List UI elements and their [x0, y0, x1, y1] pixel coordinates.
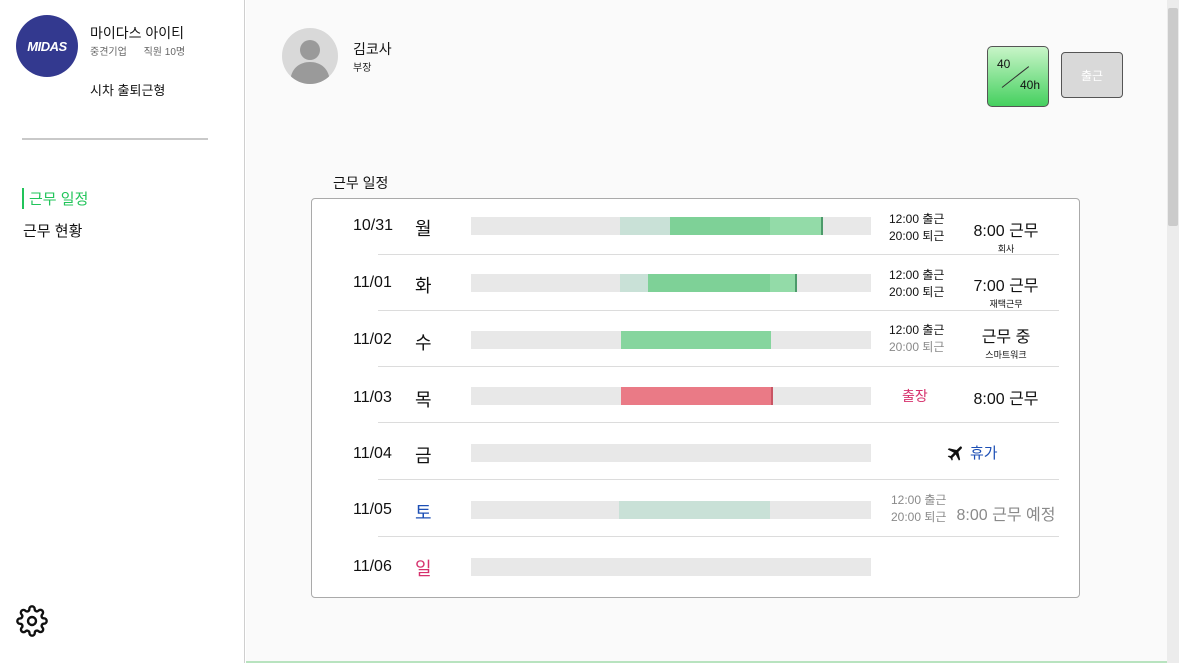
checkin-button[interactable]: 출근 [1061, 52, 1123, 98]
checkout-time: 20:00 퇴근 [891, 510, 947, 524]
work-time-bar [471, 331, 871, 349]
row-divider [378, 422, 1059, 423]
gear-icon[interactable] [16, 605, 48, 637]
bar-segment-planned [620, 217, 670, 235]
airplane-icon [947, 445, 962, 461]
row-day-of-week: 수 [415, 333, 432, 353]
work-time-bar [471, 274, 871, 292]
checkin-time: 12:00 출근 [889, 323, 945, 337]
business-trip-label: 출장 [902, 388, 928, 404]
row-divider [378, 479, 1059, 480]
row-times: 12:00 출근 20:00 퇴근 [889, 211, 944, 245]
user-title: 부장 [353, 63, 372, 74]
row-day-of-week: 화 [415, 276, 432, 296]
weekly-hours-badge: 40 40h [987, 46, 1049, 107]
company-name: 마이다스 아이티 [90, 25, 185, 41]
bar-segment-end [821, 217, 823, 235]
bar-segment-planned [620, 274, 648, 292]
nav-item-work-status[interactable]: 근무 현황 [23, 220, 82, 241]
bar-segment-end [795, 274, 797, 292]
work-type: 시차 출퇴근형 [90, 83, 166, 98]
work-time-bar [471, 387, 871, 405]
status-text: 8:00 근무 [973, 391, 1039, 408]
person-icon [290, 40, 330, 84]
row-date: 11/06 [353, 558, 392, 575]
work-time-bar [471, 217, 871, 235]
bar-segment-end [771, 387, 773, 405]
work-time-bar [471, 501, 871, 519]
checkin-time: 12:00 출근 [891, 493, 947, 507]
company-logo: MIDAS [16, 15, 78, 77]
row-status: 7:00 근무 재택근무 [969, 272, 1043, 310]
row-day-of-week: 월 [415, 219, 432, 239]
bar-segment-worked [648, 274, 771, 292]
work-time-bar [471, 444, 871, 462]
sidebar-divider [22, 138, 208, 140]
employee-count: 직원 10명 [143, 47, 186, 58]
scrollbar-thumb[interactable] [1168, 8, 1178, 226]
row-status: 8:00 근무 회사 [969, 217, 1043, 255]
row-day-of-week: 금 [415, 446, 432, 466]
checkin-time: 12:00 출근 [889, 268, 945, 282]
row-status: 8:00 근무 [969, 385, 1043, 409]
row-date: 11/03 [353, 389, 392, 406]
status-text: 7:00 근무 [973, 278, 1039, 295]
row-times: 12:00 출근 20:00 퇴근 [889, 267, 944, 301]
checkout-time: 20:00 퇴근 [889, 340, 945, 354]
main-content: 김코사 부장 40 40h 출근 근무 일정 10/31 월 12:00 출근 … [246, 0, 1167, 663]
schedule-row[interactable]: 11/02 수 12:00 출근 20:00 퇴근 근무 중 스마트워크 [312, 311, 1081, 367]
bar-segment-worked [770, 217, 822, 235]
row-status: 8:00 근무 예정 [956, 501, 1056, 525]
sidebar: MIDAS 마이다스 아이티 중견기업 직원 10명 시차 출퇴근형 근무 일정… [0, 0, 245, 663]
logo-text: MIDAS [27, 38, 67, 54]
bar-segment-working [621, 331, 771, 349]
schedule-row[interactable]: 10/31 월 12:00 출근 20:00 퇴근 8:00 근무 회사 [312, 199, 1081, 255]
schedule-title: 근무 일정 [333, 175, 389, 191]
vacation-label: 휴가 [946, 442, 998, 463]
schedule-card: 10/31 월 12:00 출근 20:00 퇴근 8:00 근무 회사 11/… [311, 198, 1080, 598]
bar-segment-business-trip [621, 387, 771, 405]
company-meta: 중견기업 직원 10명 [90, 43, 199, 58]
hours-worked: 40 [997, 57, 1011, 71]
row-date: 11/02 [353, 331, 392, 348]
status-text: 근무 중 [981, 329, 1031, 346]
row-day-of-week: 일 [415, 559, 432, 579]
company-size: 중견기업 [90, 47, 127, 58]
row-status: 근무 중 스마트워크 [969, 323, 1043, 361]
user-name: 김코사 [353, 41, 392, 57]
work-time-bar [471, 558, 871, 576]
work-location: 재택근무 [989, 299, 1023, 309]
checkin-time: 12:00 출근 [889, 212, 945, 226]
bar-segment-worked [770, 274, 796, 292]
row-day-of-week: 목 [415, 390, 432, 410]
schedule-row[interactable]: 11/03 목 출장 8:00 근무 [312, 367, 1081, 423]
bar-segment-planned [619, 501, 770, 519]
row-times: 12:00 출근 20:00 퇴근 [891, 492, 946, 526]
row-date: 11/05 [353, 501, 392, 518]
status-text: 8:00 근무 예정 [956, 507, 1056, 524]
vacation-text: 휴가 [970, 445, 998, 462]
schedule-row[interactable]: 11/01 화 12:00 출근 20:00 퇴근 7:00 근무 재택근무 [312, 255, 1081, 311]
row-date: 11/01 [353, 274, 392, 291]
schedule-row[interactable]: 11/04 금 휴가 [312, 424, 1081, 480]
hours-total: 40h [1019, 78, 1040, 92]
checkout-time: 20:00 퇴근 [889, 285, 945, 299]
bar-segment-worked [670, 217, 770, 235]
schedule-row[interactable]: 11/05 토 12:00 출근 20:00 퇴근 8:00 근무 예정 [312, 481, 1081, 537]
row-date: 11/04 [353, 445, 392, 462]
user-avatar [282, 28, 338, 84]
row-date: 10/31 [353, 217, 394, 234]
checkout-time: 20:00 퇴근 [889, 229, 945, 243]
status-text: 8:00 근무 [973, 223, 1039, 240]
nav-item-work-schedule[interactable]: 근무 일정 [22, 188, 88, 209]
work-location: 스마트워크 [985, 350, 1027, 360]
row-times: 12:00 출근 20:00 퇴근 [889, 322, 944, 356]
row-day-of-week: 토 [415, 503, 432, 523]
schedule-row[interactable]: 11/06 일 [312, 537, 1081, 593]
